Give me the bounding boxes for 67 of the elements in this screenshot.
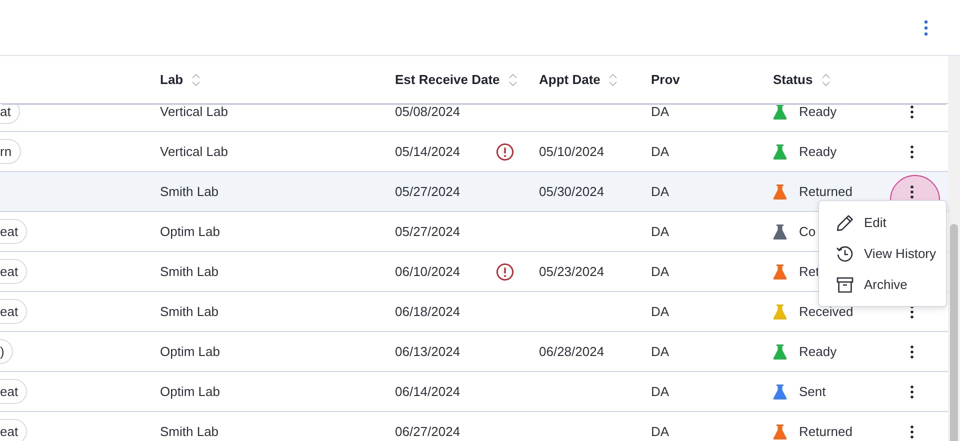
table-cell: DA: [651, 224, 670, 239]
status-label: Returned: [799, 184, 852, 199]
status-label: Received: [799, 304, 854, 319]
table-cell: 06/28/2024: [539, 344, 604, 359]
table-cell: DA: [651, 184, 670, 199]
more-icon: [924, 20, 928, 36]
table-cell: 05/27/2024: [395, 184, 460, 199]
table-cell: DA: [651, 264, 670, 279]
table-cell: 05/08/2024: [395, 104, 460, 119]
status-label: Sent: [799, 384, 826, 399]
table-cell: Smith Lab: [160, 264, 219, 279]
table-cell: Vertical Lab: [160, 104, 228, 119]
table-cell: 05/27/2024: [395, 224, 460, 239]
table-cell: DA: [651, 424, 670, 439]
table-cell: 06/18/2024: [395, 304, 460, 319]
more-icon: [910, 424, 914, 438]
table-cell: 05/30/2024: [539, 184, 604, 199]
table-cell: 05/10/2024: [539, 144, 604, 159]
column-header[interactable]: Lab: [160, 72, 184, 87]
table-cell: Optim Lab: [160, 224, 220, 239]
status-label: Ready: [799, 104, 837, 119]
column-header: Prov: [651, 72, 680, 87]
more-icon: [910, 344, 914, 358]
table-cell: 06/27/2024: [395, 424, 460, 439]
table-row[interactable]: at Vertical Lab 05/08/2024 DA Ready: [0, 104, 948, 132]
status-label: Ready: [799, 344, 837, 359]
tag-pill: eat: [0, 259, 28, 284]
table-cell: 06/14/2024: [395, 384, 460, 399]
table-cell: DA: [651, 104, 670, 119]
archive-icon: [836, 276, 854, 294]
table-cell: 06/13/2024: [395, 344, 460, 359]
table-cell: Smith Lab: [160, 184, 219, 199]
table-cell: Vertical Lab: [160, 144, 228, 159]
scrollbar[interactable]: [948, 56, 960, 441]
table-cell: Smith Lab: [160, 304, 219, 319]
tag-pill: ): [0, 339, 14, 364]
tag-pill: eat: [0, 379, 28, 404]
more-icon: [910, 384, 914, 398]
status-label: Co: [799, 224, 816, 239]
table-cell: DA: [651, 384, 670, 399]
tag-pill: eat: [0, 219, 28, 244]
table-cell: DA: [651, 304, 670, 319]
tag-pill: eat: [0, 299, 28, 324]
table-cell: DA: [651, 144, 670, 159]
table-cell: Smith Lab: [160, 424, 219, 439]
more-icon: [910, 184, 914, 198]
table-cell: Optim Lab: [160, 344, 220, 359]
tag-pill: rn: [0, 139, 21, 164]
column-header[interactable]: Est Receive Date: [395, 72, 500, 87]
table-cell: 06/10/2024: [395, 264, 460, 279]
tag-pill: at: [0, 104, 20, 124]
table-cell: DA: [651, 344, 670, 359]
table-row[interactable]: Smith Lab 05/27/2024 05/30/2024 DA Returned: [0, 172, 948, 212]
more-icon: [910, 104, 914, 118]
history-icon: [836, 244, 854, 262]
column-header[interactable]: Appt Date: [539, 72, 600, 87]
table-cell: Optim Lab: [160, 384, 220, 399]
status-label: Returned: [799, 424, 852, 439]
status-label: Ret: [799, 264, 820, 279]
scrollbar-thumb[interactable]: [950, 224, 958, 441]
status-label: Ready: [799, 144, 837, 159]
tag-pill: eat: [0, 419, 28, 441]
column-header[interactable]: Status: [773, 72, 813, 87]
pencil-icon: [836, 214, 854, 232]
more-icon: [910, 144, 914, 158]
table-cell: 05/14/2024: [395, 144, 460, 159]
table-cell: 05/23/2024: [539, 264, 604, 279]
